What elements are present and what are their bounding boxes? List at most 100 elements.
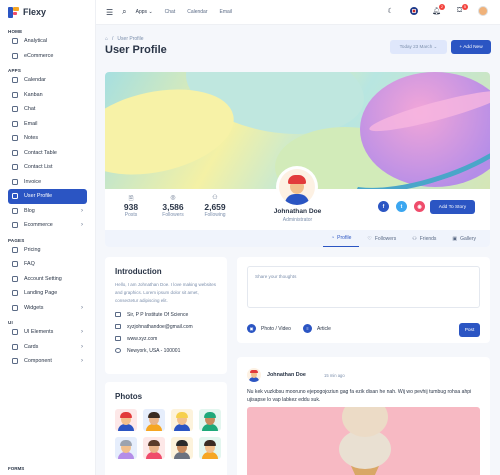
post-image[interactable] [247,407,480,475]
nav-item-icon [12,149,18,156]
feed-post-card: Johnathan Doe 15 min ago Nu kek vuzkibsu… [237,357,490,475]
sidebar-item-widgets[interactable]: Widgets › [8,301,87,316]
sidebar-item-label: Kanban [24,91,43,98]
post-author-name[interactable]: Johnathan Doe [267,372,306,378]
sidebar-section-title: PAGES [8,237,25,243]
home-icon[interactable]: ⌂ [105,36,108,42]
nav-item-icon [12,222,18,229]
sidebar-item-ui-elements[interactable]: UI Elements › [8,325,87,340]
stat-followers: ◎ 3,586 Followers [159,194,187,218]
chat-link[interactable]: Chat [165,9,176,15]
chevron-right-icon: › [81,329,83,336]
introduction-text: Hello, I am Johnathan Doe. I love making… [115,282,217,303]
twitter-icon[interactable]: t [396,201,407,212]
introduction-title: Introduction [115,267,162,276]
photo-thumbnail[interactable] [143,409,165,431]
user-circle-icon: ◎ [170,195,176,201]
sidebar-item-chat[interactable]: Chat [8,102,87,117]
chevron-right-icon: › [81,222,83,229]
post-button[interactable]: Post [459,323,480,337]
photo-thumbnail[interactable] [143,437,165,459]
sidebar-item-analytical[interactable]: Analytical [8,34,87,49]
language-flag-icon[interactable] [409,7,418,16]
profile-avatar [276,166,318,208]
breadcrumb-current: User Profile [117,36,144,42]
sidebar-item-faq[interactable]: FAQ [8,257,87,272]
sidebar-item-account-setting[interactable]: Account Setting [8,272,87,287]
add-to-story-button[interactable]: Add To Story [430,200,475,214]
post-text: Nu kek vuzkibsu mooruno ejepogojoziun ga… [247,389,472,403]
sidebar-item-email[interactable]: Email [8,117,87,132]
sidebar-item-user-profile[interactable]: User Profile [8,189,87,204]
photo-thumbnail[interactable] [171,409,193,431]
map-pin-icon [115,348,121,353]
nav-item-icon [12,120,18,127]
sidebar-item-label: Email [24,120,38,127]
chevron-right-icon: › [81,358,83,365]
tab-gallery[interactable]: ▣ Gallery [444,230,484,247]
breadcrumb-separator: / [112,36,114,42]
user-avatar[interactable] [478,6,488,16]
email-link[interactable]: Email [220,9,233,15]
post-composer-card: Share your thoughts ▣ Photo / Video ≡ Ar… [237,257,490,343]
sidebar-item-label: User Profile [24,193,53,200]
sidebar-item-blog[interactable]: Blog › [8,204,87,219]
sidebar-item-calendar[interactable]: Calendar [8,73,87,88]
date-filter-button[interactable]: Today 23 March ⌄ [390,40,447,54]
sidebar-item-label: Notes [24,135,39,142]
intro-website: www.xyz.com [115,333,217,344]
add-new-button[interactable]: + Add New [451,40,491,54]
thoughts-input[interactable]: Share your thoughts [247,266,480,308]
sidebar-item-contact-list[interactable]: Contact List [8,160,87,175]
tab-friends[interactable]: ⚇ Friends [404,230,444,247]
sidebar-item-landing-page[interactable]: Landing Page [8,286,87,301]
users-icon: ⚇ [412,235,417,242]
social-links: f t ◉ [378,201,425,212]
sidebar-item-invoice[interactable]: Invoice [8,175,87,190]
sidebar-item-label: UI Elements [24,329,54,336]
sidebar-item-component[interactable]: Component › [8,354,87,369]
nav-item-icon [12,261,18,268]
photo-icon: ▣ [247,324,256,333]
apps-menu[interactable]: Apps ⌄ [136,9,153,15]
stat-posts: 🗎 938 Posts [117,194,145,218]
sidebar-item-notes[interactable]: Notes [8,131,87,146]
search-icon[interactable]: ⌕ [122,7,126,17]
sidebar-item-label: Calendar [24,77,46,84]
sidebar-item-contact-table[interactable]: Contact Table [8,146,87,161]
cart-icon[interactable]: ⛋ 5 [455,3,468,16]
stat-following: ⚇ 2,659 Following [201,194,229,218]
photo-thumbnail[interactable] [171,437,193,459]
post-author-avatar [247,368,261,382]
brand[interactable]: Flexy [0,0,95,24]
sidebar-item-label: Analytical [24,38,48,45]
tab-profile[interactable]: ◔ Profile [323,230,360,247]
notification-bell-icon[interactable]: 🔔︎ 2 [432,3,445,16]
sidebar-item-ecommerce[interactable]: eCommerce [8,49,87,64]
sidebar-item-ecommerce[interactable]: Ecommerce › [8,218,87,233]
photo-thumbnail[interactable] [199,437,221,459]
sidebar-item-pricing[interactable]: Pricing [8,243,87,258]
sidebar-item-label: Blog [24,207,35,214]
sidebar-section-title: APPS [8,68,22,73]
profile-card: 🗎 938 Posts ◎ 3,586 Followers ⚇ 2,659 Fo… [105,72,490,247]
tab-followers[interactable]: ♡ Followers [359,230,404,247]
dribbble-icon[interactable]: ◉ [414,201,425,212]
photo-thumbnail[interactable] [115,409,137,431]
photo-thumbnail[interactable] [115,437,137,459]
article-option[interactable]: ≡ Article [303,324,331,333]
menu-icon[interactable]: ☰ [106,8,113,17]
photo-thumbnail[interactable] [199,409,221,431]
sidebar-section-forms: FORMS [8,466,25,471]
topbar: ☰ ⌕ Apps ⌄ Chat Calendar Email ☾ 🔔︎ 2 ⛋ 5 [96,0,500,25]
calendar-link[interactable]: Calendar [187,9,207,15]
nav-item-icon [12,304,18,311]
sidebar-item-cards[interactable]: Cards › [8,340,87,355]
sidebar-item-kanban[interactable]: Kanban [8,88,87,103]
theme-moon-icon[interactable]: ☾ [386,7,395,16]
intro-education: Sir, P P Institute Of Science [115,309,217,320]
photo-video-option[interactable]: ▣ Photo / Video [247,324,291,333]
introduction-card: Introduction Hello, I am Johnathan Doe. … [105,257,227,374]
facebook-icon[interactable]: f [378,201,389,212]
photos-title: Photos [115,392,143,401]
